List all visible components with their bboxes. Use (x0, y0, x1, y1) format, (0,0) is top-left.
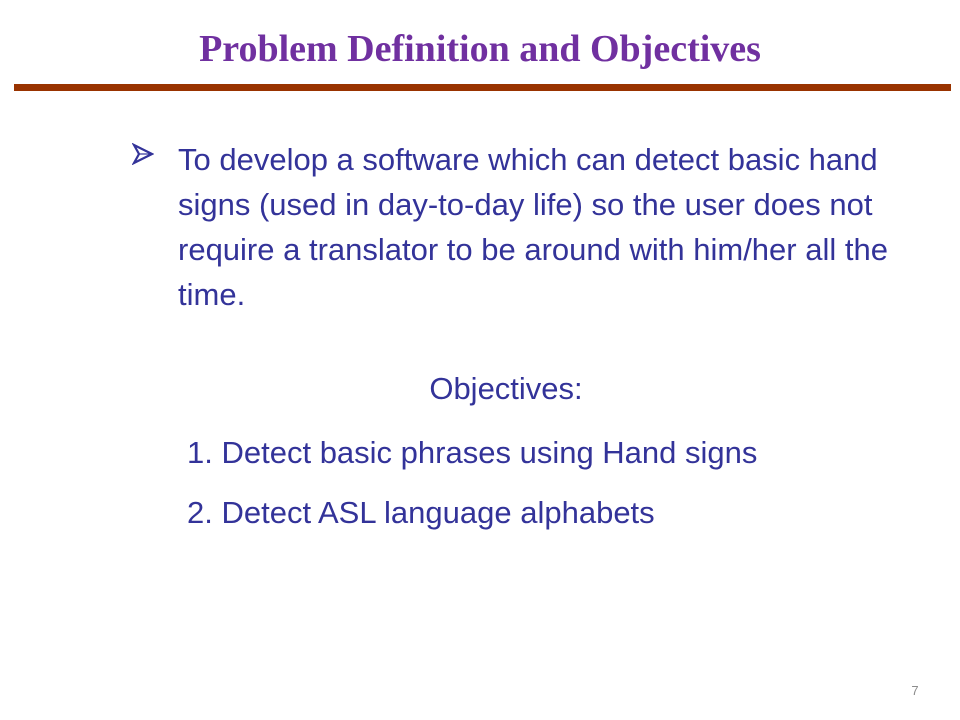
page-number: 7 (911, 683, 919, 698)
objective-item: 1. Detect basic phrases using Hand signs (187, 430, 927, 490)
title-divider (14, 84, 951, 91)
objective-number: 1. (187, 435, 213, 470)
objective-text: Detect basic phrases using Hand signs (221, 435, 758, 470)
objective-number: 2. (187, 495, 213, 530)
objective-item: 2. Detect ASL language alphabets (187, 490, 927, 550)
problem-statement: To develop a software which can detect b… (178, 142, 888, 312)
arrowhead-bullet-icon (132, 143, 154, 165)
objectives-heading: Objectives: (429, 371, 583, 406)
slide-title: Problem Definition and Objectives (199, 28, 761, 70)
slide: Problem Definition and Objectives To dev… (0, 0, 960, 720)
objective-text: Detect ASL language alphabets (221, 495, 655, 530)
objectives-list: 1. Detect basic phrases using Hand signs… (187, 430, 927, 550)
